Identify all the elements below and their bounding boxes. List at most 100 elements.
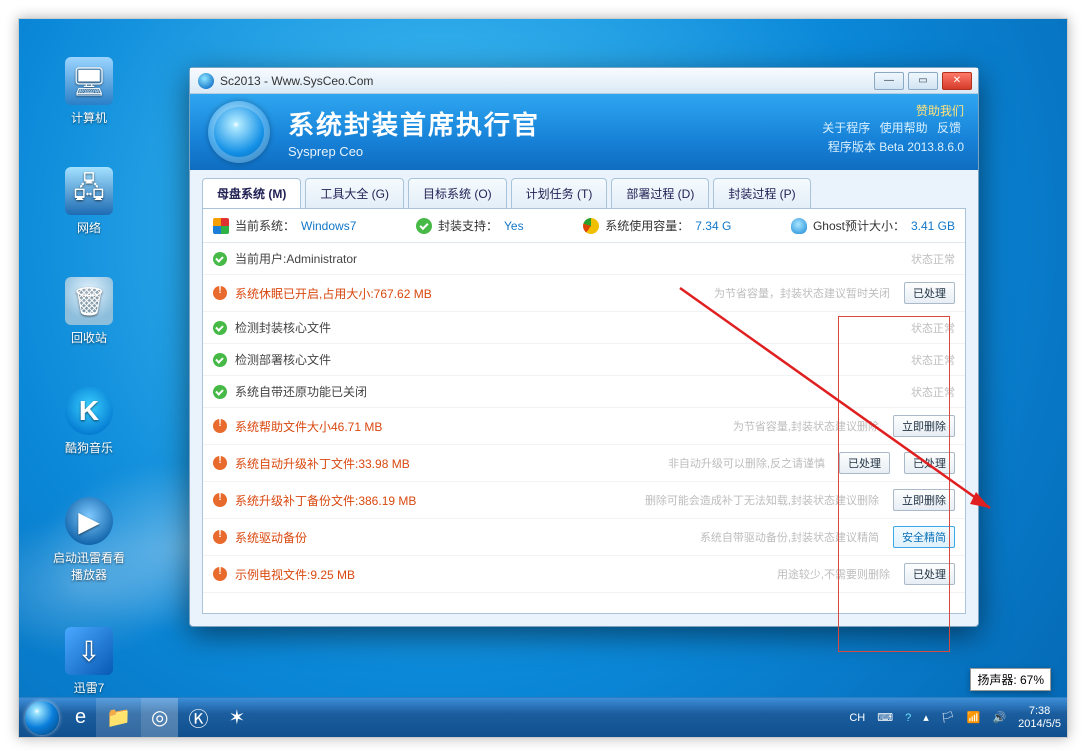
- link-feedback[interactable]: 反馈: [937, 121, 961, 135]
- xunlei-icon: ⇩: [65, 627, 113, 675]
- row-title: 系统休眠已开启,占用大小:767.62 MB: [235, 285, 432, 302]
- check-row: 当前用户:Administrator 状态正常: [203, 243, 965, 275]
- check-row: 系统自动升级补丁文件:33.98 MB非自动升级可以删除,反之请谨慎已处理已处理: [203, 445, 965, 482]
- link-help[interactable]: 使用帮助: [880, 121, 928, 135]
- check-row: 示例电视文件:9.25 MB 用途较少,不需要则删除已处理: [203, 556, 965, 593]
- desktop-icon-xunlei-player[interactable]: ▶ 启动迅雷看看 播放器: [49, 497, 129, 583]
- row-action-button[interactable]: 安全精简: [893, 526, 955, 548]
- row-title: 当前用户:Administrator: [235, 250, 357, 267]
- status-ok-icon: [213, 252, 227, 266]
- titlebar[interactable]: Sc2013 - Www.SysCeo.Com — ▭ ✕: [190, 68, 978, 94]
- clock-time: 7:38: [1029, 705, 1050, 717]
- desktop-icon-xunlei7[interactable]: ⇩ 迅雷7: [49, 627, 129, 696]
- desktop-icon-recycle-bin[interactable]: 🗑 回收站: [49, 277, 129, 346]
- desktop-icon-label: 计算机: [49, 109, 129, 126]
- row-hint: 用途较少,不需要则删除: [777, 566, 890, 582]
- tab-master-disk[interactable]: 母盘系统 (M): [202, 178, 301, 208]
- desktop-icon-label: 网络: [49, 219, 129, 236]
- row-hint: 为节省容量,封装状态建议删除: [733, 418, 879, 434]
- check-row: 系统驱动备份系统自带驱动备份,封装状态建议精简安全精简: [203, 519, 965, 556]
- start-button[interactable]: [19, 698, 65, 738]
- network-icon: 🖧: [65, 167, 113, 215]
- pack-value: Yes: [504, 219, 524, 233]
- check-row: 检测部署核心文件 状态正常: [203, 344, 965, 376]
- windows-orb-icon: [25, 701, 59, 735]
- row-title: 示例电视文件:9.25 MB: [235, 566, 355, 583]
- taskbar-clock[interactable]: 7:38 2014/5/5: [1012, 698, 1067, 737]
- clock-date: 2014/5/5: [1018, 718, 1061, 730]
- tray-ime-icon[interactable]: ⌨: [871, 698, 899, 737]
- tray-language[interactable]: CH: [843, 698, 871, 737]
- taskbar-item-ie[interactable]: e: [65, 698, 96, 738]
- header-subtitle: Sysprep Ceo: [288, 144, 540, 159]
- row-hint: 删除可能会造成补丁无法知载,封装状态建议删除: [645, 492, 879, 508]
- row-title: 系统驱动备份: [235, 529, 307, 546]
- row-hint: 非自动升级可以删除,反之请谨慎: [668, 455, 825, 471]
- desktop-icon-network[interactable]: 🖧 网络: [49, 167, 129, 236]
- app-window: Sc2013 - Www.SysCeo.Com — ▭ ✕ 系统封装首席执行官 …: [189, 67, 979, 627]
- desktop-icon-kugou[interactable]: K 酷狗音乐: [49, 387, 129, 456]
- status-ok-icon: [213, 321, 227, 335]
- close-button[interactable]: ✕: [942, 72, 972, 90]
- play-icon: ▶: [65, 497, 113, 545]
- row-action-button[interactable]: 立即删除: [893, 489, 955, 511]
- row-title: 系统自带还原功能已关闭: [235, 383, 367, 400]
- row-status: 状态正常: [895, 352, 955, 368]
- check-row: 系统升级补丁备份文件:386.19 MB 删除可能会造成补丁无法知载,封装状态建议…: [203, 482, 965, 519]
- sponsor-link[interactable]: 赞助我们: [819, 102, 964, 119]
- tab-target-system[interactable]: 目标系统 (O): [408, 178, 507, 208]
- taskbar-item-sysceo[interactable]: ◎: [141, 698, 178, 738]
- tray-volume-icon[interactable]: 🔊: [986, 698, 1012, 737]
- desktop-icon-label: 迅雷7: [49, 679, 129, 696]
- os-label: 当前系统：: [235, 217, 295, 234]
- minimize-button[interactable]: —: [874, 72, 904, 90]
- tab-tools[interactable]: 工具大全 (G): [305, 178, 404, 208]
- status-bar: 当前系统： Windows7 封装支持： Yes 系统使用容量： 7.34 G: [203, 209, 965, 243]
- maximize-button[interactable]: ▭: [908, 72, 938, 90]
- row-action-button[interactable]: 已处理: [839, 452, 890, 474]
- desktop-icon-label: 酷狗音乐: [49, 439, 129, 456]
- taskbar-item-kugou[interactable]: Ⓚ: [178, 698, 218, 738]
- status-ok-icon: [213, 385, 227, 399]
- header-title: 系统封装首席执行官: [288, 105, 540, 142]
- ghost-icon: [791, 218, 807, 234]
- tray-network-icon[interactable]: 📶: [961, 698, 987, 737]
- desktop-icon-computer[interactable]: 🖥 计算机: [49, 57, 129, 126]
- tab-package-process[interactable]: 封装过程 (P): [713, 178, 810, 208]
- taskbar-item-explorer[interactable]: 📁: [96, 698, 141, 738]
- tab-scheduled-tasks[interactable]: 计划任务 (T): [511, 178, 608, 208]
- check-list: 当前用户:Administrator状态正常系统休眠已开启,占用大小:767.6…: [203, 243, 965, 613]
- link-about[interactable]: 关于程序: [822, 121, 870, 135]
- ghost-value: 3.41 GB: [911, 219, 955, 233]
- row-title: 系统升级补丁备份文件:386.19 MB: [235, 492, 416, 509]
- desktop: 🖥 计算机 🖧 网络 🗑 回收站 K 酷狗音乐 ▶ 启动迅雷看看 播放器 ⇩ 迅…: [19, 19, 1067, 737]
- usage-value: 7.34 G: [695, 219, 731, 233]
- row-action-button[interactable]: 已处理: [904, 282, 955, 304]
- tray-action-center-icon[interactable]: 🏳: [935, 698, 961, 737]
- row-action-button[interactable]: 已处理: [904, 563, 955, 585]
- tab-strip: 母盘系统 (M) 工具大全 (G) 目标系统 (O) 计划任务 (T) 部署过程…: [190, 170, 978, 208]
- kugou-icon: K: [65, 387, 113, 435]
- taskbar: e 📁 ◎ Ⓚ ✶ CH ⌨ ? ▴ 🏳 📶 🔊 7:38 2014/5/5: [19, 697, 1067, 737]
- windows-flag-icon: [213, 218, 229, 234]
- status-ok-icon: [213, 353, 227, 367]
- window-title: Sc2013 - Www.SysCeo.Com: [220, 74, 373, 88]
- row-action-button[interactable]: 已处理: [904, 452, 955, 474]
- row-status: 状态正常: [895, 251, 955, 267]
- row-title: 检测封装核心文件: [235, 319, 331, 336]
- tray-chevron-icon[interactable]: ▴: [917, 698, 935, 737]
- row-title: 检测部署核心文件: [235, 351, 331, 368]
- pie-chart-icon: [583, 218, 599, 234]
- pack-label: 封装支持：: [438, 217, 498, 234]
- app-icon: [198, 73, 214, 89]
- status-warn-icon: [213, 456, 227, 470]
- row-title: 系统帮助文件大小46.71 MB: [235, 418, 382, 435]
- taskbar-item-xunlei[interactable]: ✶: [218, 698, 255, 738]
- desktop-icon-label: 启动迅雷看看 播放器: [49, 549, 129, 583]
- row-action-button[interactable]: 立即删除: [893, 415, 955, 437]
- check-row: 检测封装核心文件状态正常: [203, 312, 965, 344]
- tab-deploy-process[interactable]: 部署过程 (D): [611, 178, 709, 208]
- tray-help-icon[interactable]: ?: [899, 698, 917, 737]
- status-warn-icon: [213, 567, 227, 581]
- check-icon: [416, 218, 432, 234]
